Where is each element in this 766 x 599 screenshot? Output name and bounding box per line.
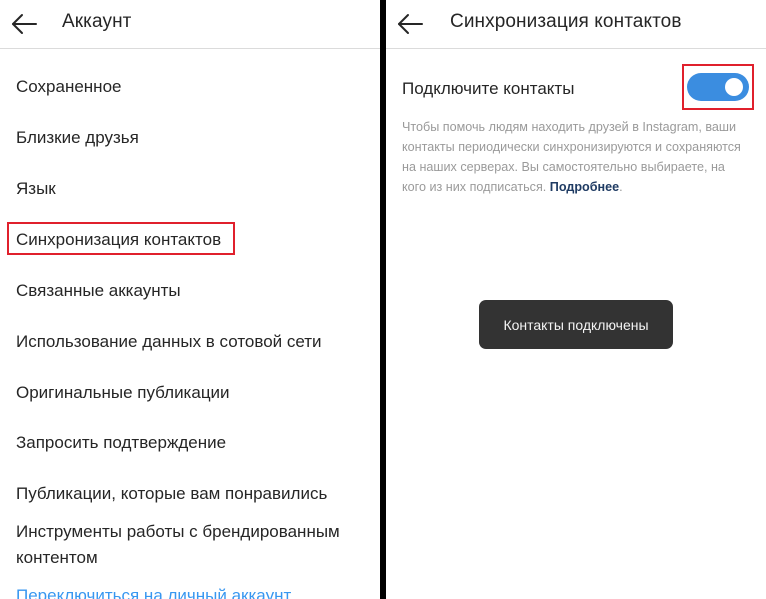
menu-item-saved[interactable]: Сохраненное: [16, 77, 370, 97]
screenshot-frame: Аккаунт Сохраненное Близкие друзья Язык …: [0, 0, 766, 599]
contacts-connected-toast: Контакты подключены: [479, 300, 673, 349]
learn-more-link[interactable]: Подробнее: [550, 180, 619, 194]
back-arrow-icon[interactable]: [396, 10, 424, 38]
menu-item-close-friends[interactable]: Близкие друзья: [16, 128, 370, 148]
sync-description: Чтобы помочь людям находить друзей в Ins…: [402, 120, 741, 194]
menu-item-liked-posts[interactable]: Публикации, которые вам понравились: [16, 484, 370, 504]
page-title: Аккаунт: [62, 11, 132, 32]
contacts-sync-highlight-box: [7, 222, 235, 255]
connect-contacts-toggle[interactable]: [687, 73, 749, 101]
menu-item-language[interactable]: Язык: [16, 179, 370, 199]
switch-to-personal-account-link[interactable]: Переключиться на личный аккаунт: [16, 586, 370, 599]
connect-contacts-label: Подключите контакты: [402, 79, 575, 98]
menu-item-linked-accounts[interactable]: Связанные аккаунты: [16, 281, 370, 301]
menu-item-request-verification[interactable]: Запросить подтверждение: [16, 433, 370, 453]
back-arrow-icon[interactable]: [10, 10, 38, 38]
toggle-knob: [725, 78, 743, 96]
contacts-sync-header: Синхронизация контактов: [386, 0, 766, 49]
menu-item-cellular-data[interactable]: Использование данных в сотовой сети: [16, 332, 370, 352]
account-header: Аккаунт: [0, 0, 380, 49]
account-settings-screen: Аккаунт Сохраненное Близкие друзья Язык …: [0, 0, 380, 599]
menu-item-branded-content-tools[interactable]: Инструменты работы с брендированным конт…: [16, 519, 361, 571]
menu-item-original-posts[interactable]: Оригинальные публикации: [16, 383, 370, 403]
page-title: Синхронизация контактов: [450, 11, 682, 32]
contacts-sync-screen: Синхронизация контактов Подключите конта…: [386, 0, 766, 599]
